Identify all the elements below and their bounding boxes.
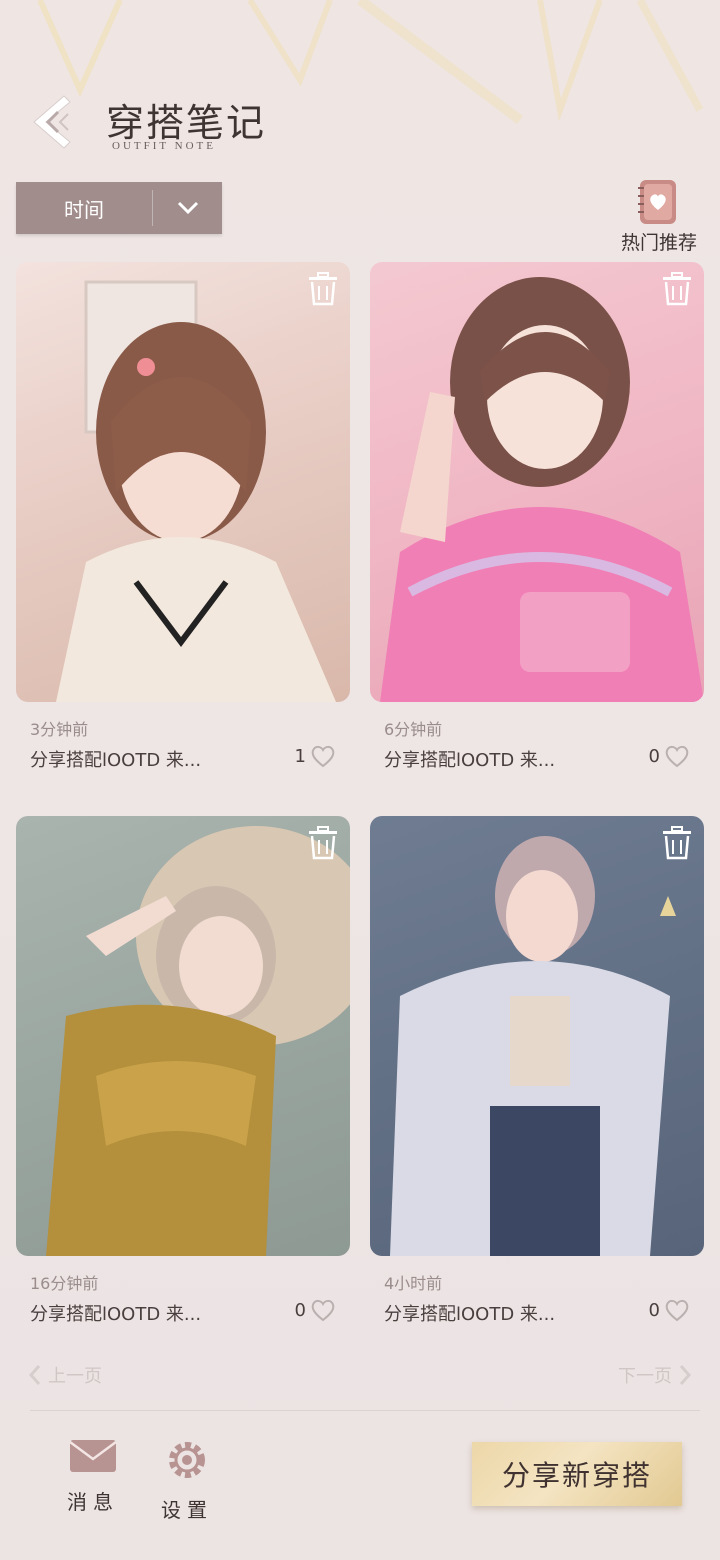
messages-label: 消息	[67, 1490, 119, 1514]
hot-recommend-button[interactable]: 热门推荐	[614, 176, 704, 256]
outfit-card[interactable]: 6分钟前 分享搭配lOOTD 来... 0	[370, 262, 704, 771]
next-page-label: 下一页	[618, 1366, 672, 1387]
avatar-illustration	[56, 280, 336, 702]
prev-page-label: 上一页	[48, 1366, 102, 1387]
page-title: 穿搭笔记	[106, 101, 267, 145]
settings-button[interactable]: 设置	[152, 1438, 222, 1523]
like-button[interactable]: 0	[295, 1298, 336, 1322]
trash-icon[interactable]	[308, 826, 338, 860]
page-subtitle: OUTFIT NOTE	[112, 140, 216, 152]
outfit-card[interactable]: 16分钟前 分享搭配lOOTD 来... 0	[16, 816, 350, 1325]
messages-button[interactable]: 消息	[58, 1438, 128, 1515]
like-button[interactable]: 0	[649, 744, 690, 768]
outfit-image[interactable]	[370, 816, 704, 1256]
post-time: 3分钟前	[30, 720, 89, 739]
share-new-outfit-label: 分享新穿搭	[501, 1459, 652, 1492]
chevron-down-icon[interactable]	[153, 200, 222, 216]
like-count: 0	[648, 745, 660, 767]
trash-icon[interactable]	[308, 272, 338, 306]
like-count: 1	[294, 745, 306, 767]
post-time: 4小时前	[384, 1274, 443, 1293]
post-caption: 分享搭配lOOTD 来...	[384, 750, 556, 771]
gear-icon	[169, 1442, 205, 1478]
bottom-divider	[30, 1410, 700, 1411]
sort-dropdown[interactable]: 时间	[16, 182, 222, 234]
sort-selected-label: 时间	[64, 197, 104, 222]
trash-icon[interactable]	[662, 272, 692, 306]
avatar-illustration	[390, 836, 676, 1256]
outfit-card[interactable]: 4小时前 分享搭配lOOTD 来... 0	[370, 816, 704, 1325]
outfit-image[interactable]	[16, 816, 350, 1256]
like-count: 0	[648, 1299, 660, 1321]
share-new-outfit-button[interactable]: 分享新穿搭	[472, 1442, 682, 1506]
heart-icon	[311, 1299, 335, 1322]
post-caption: 分享搭配lOOTD 来...	[30, 1304, 202, 1325]
heart-icon	[665, 1299, 689, 1322]
post-caption: 分享搭配lOOTD 来...	[384, 1304, 556, 1325]
post-time: 16分钟前	[30, 1274, 99, 1293]
outfit-card[interactable]: 3分钟前 分享搭配lOOTD 来... 1	[16, 262, 350, 771]
page-header: 穿搭笔记 OUTFIT NOTE	[24, 82, 344, 162]
like-count: 0	[294, 1299, 306, 1321]
envelope-icon	[69, 1440, 117, 1472]
next-page-button[interactable]: 下一页	[618, 1362, 692, 1388]
avatar-illustration	[380, 277, 704, 702]
outfit-image[interactable]	[16, 262, 350, 702]
like-button[interactable]: 1	[295, 744, 336, 768]
notebook-heart-icon	[638, 180, 676, 224]
hot-recommend-label: 热门推荐	[620, 232, 697, 254]
post-caption: 分享搭配lOOTD 来...	[30, 750, 202, 771]
heart-icon	[665, 745, 689, 768]
outfit-image[interactable]	[370, 262, 704, 702]
chevron-right-icon	[679, 1365, 692, 1385]
back-arrow-icon[interactable]	[24, 90, 88, 154]
post-time: 6分钟前	[384, 720, 443, 739]
prev-page-button[interactable]: 上一页	[28, 1362, 102, 1388]
trash-icon[interactable]	[662, 826, 692, 860]
settings-label: 设置	[161, 1498, 213, 1522]
like-button[interactable]: 0	[649, 1298, 690, 1322]
heart-icon	[311, 745, 335, 768]
avatar-illustration	[46, 826, 350, 1256]
chevron-left-icon	[28, 1365, 41, 1385]
